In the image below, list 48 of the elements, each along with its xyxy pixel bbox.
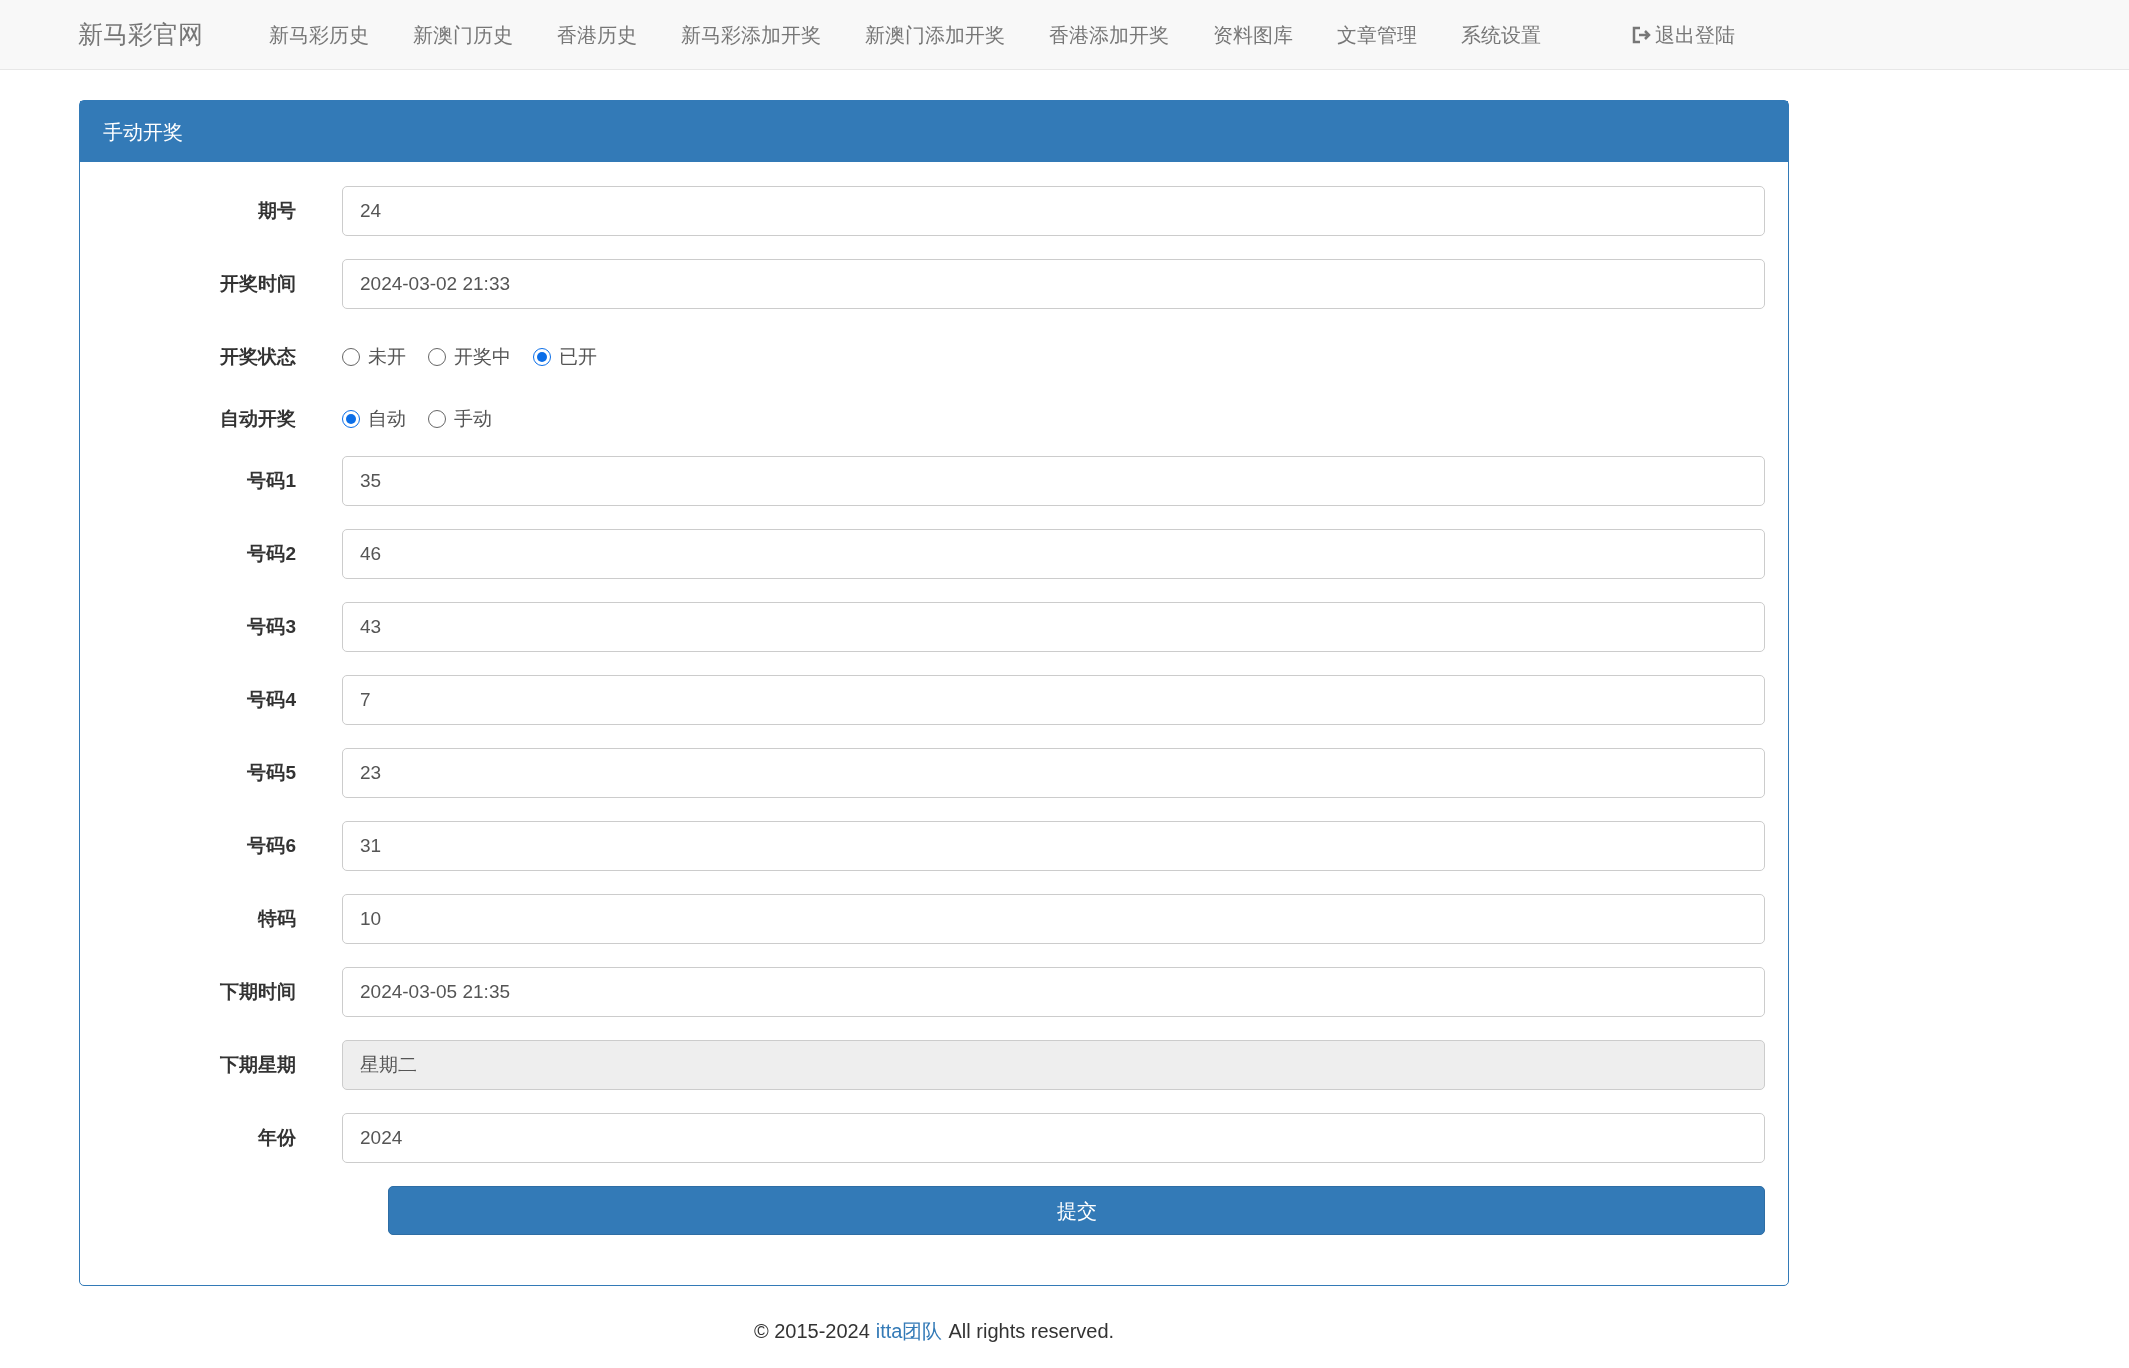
nav-link[interactable]: 系统设置 [1439, 19, 1563, 50]
field-label: 下期时间 [219, 979, 297, 1004]
radio-label: 已开 [559, 344, 597, 369]
text-field[interactable]: 2024-03-02 21:33 [342, 259, 1765, 309]
nav-link[interactable]: 资料图库 [1191, 19, 1315, 50]
field-label: 号码5 [246, 760, 297, 785]
field-label: 特码 [256, 906, 297, 931]
text-field[interactable]: 35 [342, 456, 1765, 506]
text-field[interactable]: 23 [342, 748, 1765, 798]
field-label: 期号 [257, 198, 297, 223]
team-link[interactable]: itta团队 [875, 1316, 943, 1346]
logout-link[interactable]: 退出登陆 [1631, 19, 1735, 50]
nav-link[interactable]: 新马彩历史 [247, 19, 391, 50]
field-label: 号码4 [246, 687, 297, 712]
text-field[interactable]: 43 [342, 602, 1765, 652]
field-label: 下期星期 [219, 1052, 297, 1077]
text-field[interactable]: 46 [342, 529, 1765, 579]
logout-icon [1631, 24, 1651, 45]
text-field[interactable]: 7 [342, 675, 1765, 725]
field-label: 开奖时间 [219, 271, 297, 296]
text-field[interactable]: 31 [342, 821, 1765, 871]
field-label: 号码6 [246, 833, 297, 858]
text-field[interactable]: 星期二 [342, 1040, 1765, 1090]
brand-link[interactable]: 新马彩官网 [78, 15, 203, 54]
text-field[interactable]: 24 [342, 186, 1765, 236]
radio-label: 手动 [454, 406, 492, 431]
nav-link[interactable]: 文章管理 [1315, 19, 1439, 50]
text-field[interactable]: 2024 [342, 1113, 1765, 1163]
nav-link[interactable]: 新澳门添加开奖 [843, 19, 1027, 50]
rights-text: All rights reserved. [948, 1319, 1115, 1344]
field-label: 年份 [257, 1125, 297, 1150]
copyright-text: © 2015-2024 [753, 1319, 870, 1344]
submit-button[interactable]: 提交 [388, 1186, 1765, 1235]
field-label: 自动开奖 [219, 406, 297, 431]
nav-link[interactable]: 新澳门历史 [391, 19, 535, 50]
radio-label: 未开 [368, 344, 406, 369]
field-label: 开奖状态 [219, 344, 297, 369]
field-label: 号码2 [246, 541, 297, 566]
nav-link[interactable]: 香港添加开奖 [1027, 19, 1191, 50]
text-field[interactable]: 10 [342, 894, 1765, 944]
text-field[interactable]: 2024-03-05 21:35 [342, 967, 1765, 1017]
panel-title: 手动开奖 [80, 101, 1788, 162]
radio-label: 自动 [368, 406, 406, 431]
radio-label: 开奖中 [454, 344, 511, 369]
field-label: 号码3 [246, 614, 297, 639]
nav-link[interactable]: 香港历史 [535, 19, 659, 50]
nav-link[interactable]: 新马彩添加开奖 [659, 19, 843, 50]
field-label: 号码1 [246, 468, 297, 493]
